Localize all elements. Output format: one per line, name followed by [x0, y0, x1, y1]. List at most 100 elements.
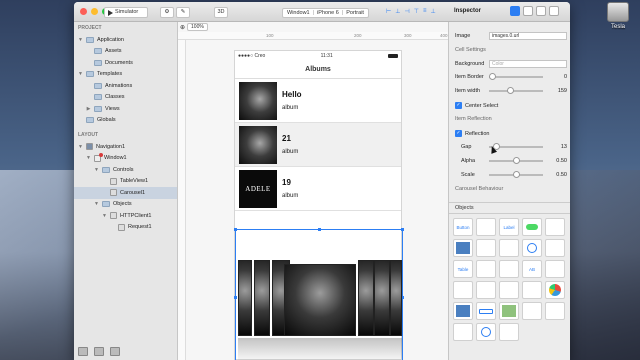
- align-center-icon[interactable]: ⊥: [395, 8, 400, 15]
- tree-item[interactable]: ▼ Controls: [74, 164, 177, 176]
- object-map-icon[interactable]: [499, 302, 519, 320]
- object-grid-icon[interactable]: [476, 260, 496, 278]
- tab-events[interactable]: [523, 6, 533, 16]
- slider-knob[interactable]: [489, 73, 496, 80]
- align-left-icon[interactable]: ⊢: [386, 8, 391, 15]
- disclosure-triangle-icon[interactable]: ▼: [78, 71, 83, 77]
- gap-value[interactable]: 13: [549, 144, 567, 150]
- tab-library[interactable]: [549, 6, 559, 16]
- disclosure-triangle-icon[interactable]: ▼: [94, 167, 99, 173]
- tree-item[interactable]: Assets: [74, 46, 177, 58]
- object-image-icon[interactable]: [453, 239, 473, 257]
- object-web-icon[interactable]: [522, 281, 542, 299]
- add-folder-button[interactable]: [78, 347, 88, 356]
- reflection-checkbox[interactable]: ✓: [455, 130, 462, 137]
- object-seg-icon[interactable]: [476, 302, 496, 320]
- item-border-slider[interactable]: [489, 73, 543, 80]
- resize-handle[interactable]: [234, 296, 237, 299]
- object-circle-icon[interactable]: [476, 323, 496, 341]
- disclosure-triangle-icon[interactable]: ▼: [78, 37, 83, 43]
- object-switch-icon[interactable]: [522, 218, 542, 236]
- object-square-icon[interactable]: [453, 323, 473, 341]
- item-width-value[interactable]: 159: [549, 88, 567, 94]
- tab-properties[interactable]: [510, 6, 520, 16]
- tab-layout[interactable]: [536, 6, 546, 16]
- image-field[interactable]: images.0.url: [489, 32, 567, 40]
- breadcrumb-device[interactable]: iPhone 6: [317, 10, 339, 16]
- resize-handle[interactable]: [234, 228, 237, 231]
- table-row[interactable]: Hello album: [235, 79, 401, 123]
- alpha-value[interactable]: 0.50: [549, 158, 567, 164]
- disclosure-triangle-icon[interactable]: ▼: [102, 213, 107, 219]
- object-search-icon[interactable]: [476, 281, 496, 299]
- disk-drive-icon[interactable]: Tesla: [600, 0, 636, 36]
- object-image-icon[interactable]: [453, 302, 473, 320]
- slider-knob[interactable]: [513, 157, 520, 164]
- carousel-view[interactable]: [234, 228, 404, 360]
- object-text-icon[interactable]: Label: [499, 218, 519, 236]
- close-button[interactable]: [80, 8, 87, 15]
- item-width-slider[interactable]: [489, 87, 543, 94]
- table-row[interactable]: ADELE 19 album: [235, 167, 401, 211]
- tree-item[interactable]: ▼ Objects: [74, 199, 177, 211]
- breadcrumb-window[interactable]: Window1: [287, 10, 310, 16]
- tree-item[interactable]: Globals: [74, 115, 177, 127]
- object-compass-icon[interactable]: [499, 260, 519, 278]
- disclosure-triangle-icon[interactable]: ▼: [94, 201, 99, 207]
- design-canvas[interactable]: ⊕ 100% 100 200 300 400 ●●●●○ Creo 11:31 …: [178, 22, 448, 360]
- tree-item[interactable]: Animations: [74, 80, 177, 92]
- object-pentagon-icon[interactable]: [499, 323, 519, 341]
- tree-item[interactable]: ▼ Templates: [74, 69, 177, 81]
- alpha-slider[interactable]: [489, 157, 543, 164]
- object-progress-icon[interactable]: [476, 239, 496, 257]
- align-top-icon[interactable]: ⊤: [414, 8, 419, 15]
- object-slider-icon[interactable]: [545, 218, 565, 236]
- albums-table[interactable]: Hello album 21 album ADELE 19 album: [235, 79, 401, 211]
- align-right-icon[interactable]: ⊣: [404, 8, 409, 15]
- zoom-icon[interactable]: ⊕: [180, 24, 185, 31]
- object-share-icon[interactable]: [545, 260, 565, 278]
- minimize-button[interactable]: [91, 8, 98, 15]
- center-select-checkbox[interactable]: ✓: [455, 102, 462, 109]
- slider-knob[interactable]: [507, 87, 514, 94]
- tree-item[interactable]: ▼ Application: [74, 34, 177, 46]
- tree-item[interactable]: TableView1: [74, 176, 177, 188]
- item-border-value[interactable]: 0: [549, 74, 567, 80]
- scale-slider[interactable]: [489, 171, 543, 178]
- zoom-select[interactable]: 100%: [187, 23, 208, 31]
- object-spinner-icon[interactable]: [499, 239, 519, 257]
- object-text-icon[interactable]: Table: [453, 260, 473, 278]
- tree-item[interactable]: ▼ Navigation1: [74, 141, 177, 153]
- object-field-icon[interactable]: [499, 281, 519, 299]
- slider-knob[interactable]: [513, 171, 520, 178]
- tree-item[interactable]: Classes: [74, 92, 177, 104]
- object-text-icon[interactable]: Button: [453, 218, 473, 236]
- object-circle-icon[interactable]: [522, 239, 542, 257]
- tree-item[interactable]: Documents: [74, 57, 177, 69]
- tree-item[interactable]: ▼ HTTPClient1: [74, 210, 177, 222]
- distribute-icon[interactable]: ≡: [423, 8, 427, 15]
- add-item-button[interactable]: [94, 347, 104, 356]
- disclosure-triangle-icon[interactable]: ▼: [78, 144, 83, 150]
- object-text-icon[interactable]: AB: [522, 260, 542, 278]
- tree-item[interactable]: Carousel1: [74, 187, 177, 199]
- tree-item[interactable]: ▶ Views: [74, 103, 177, 115]
- object-picker-icon[interactable]: [545, 239, 565, 257]
- object-dashed-icon[interactable]: [476, 218, 496, 236]
- resize-handle[interactable]: [401, 228, 404, 231]
- align-bottom-icon[interactable]: ⊥: [430, 8, 435, 15]
- breadcrumb-orientation[interactable]: Portrait: [346, 10, 364, 16]
- settings-button[interactable]: ⚙: [160, 7, 174, 18]
- remove-item-button[interactable]: [110, 347, 120, 356]
- resize-handle[interactable]: [318, 228, 321, 231]
- tree-item[interactable]: Request1: [74, 222, 177, 234]
- breadcrumb[interactable]: Window1 | iPhone 6 | Portrait: [282, 8, 369, 18]
- table-row[interactable]: 21 album: [235, 123, 401, 167]
- tree-item[interactable]: ▼ Window1: [74, 152, 177, 165]
- scale-value[interactable]: 0.50: [549, 172, 567, 178]
- background-color-field[interactable]: Color: [489, 60, 567, 68]
- disclosure-triangle-icon[interactable]: ▼: [86, 155, 91, 161]
- object-corner-icon[interactable]: [522, 302, 542, 320]
- build-button[interactable]: ✎: [176, 7, 190, 18]
- 3d-view-button[interactable]: 3D: [214, 7, 228, 18]
